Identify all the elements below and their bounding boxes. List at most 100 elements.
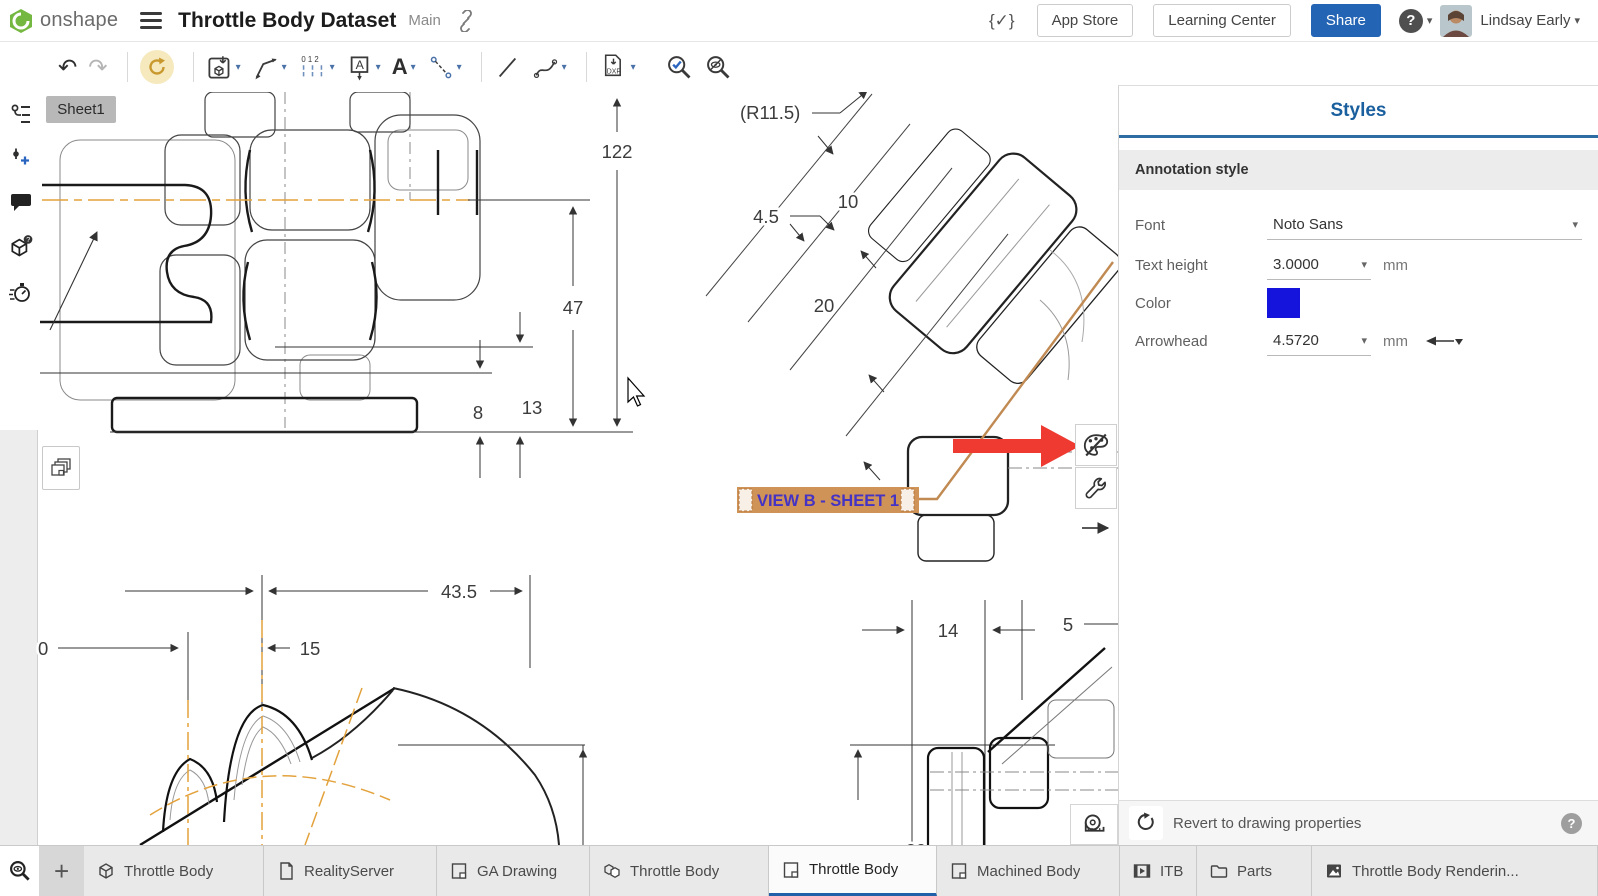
- dimension-button[interactable]: ▾: [250, 52, 289, 83]
- document-tab[interactable]: Throttle Body: [769, 846, 937, 896]
- color-label: Color: [1135, 295, 1267, 312]
- svg-text:10: 10: [838, 191, 859, 212]
- document-tab[interactable]: Throttle Body: [84, 846, 264, 896]
- undo-button[interactable]: ↶: [56, 52, 79, 83]
- add-tab-button[interactable]: +: [39, 846, 84, 896]
- user-avatar[interactable]: [1440, 5, 1472, 37]
- spline-button[interactable]: ▾: [530, 52, 569, 83]
- sheet-tab-label[interactable]: Sheet1: [46, 96, 116, 123]
- drawing-icon: [449, 861, 469, 881]
- arrowhead-label: Arrowhead: [1135, 333, 1267, 350]
- revert-button[interactable]: [1129, 806, 1163, 840]
- centerline-caret-icon[interactable]: ▾: [457, 62, 462, 73]
- dimension-10[interactable]: 10: [838, 191, 859, 212]
- centerline-icon: [427, 54, 454, 81]
- edit-properties-button[interactable]: [1075, 467, 1117, 509]
- font-caret-icon[interactable]: ▾: [1572, 218, 1582, 231]
- text-button[interactable]: A ▾: [390, 52, 418, 82]
- font-select[interactable]: Noto Sans ▾: [1267, 210, 1582, 240]
- revert-help-icon[interactable]: ?: [1561, 813, 1582, 834]
- dimension-caret-icon[interactable]: ▾: [282, 62, 287, 73]
- svg-text:14: 14: [938, 620, 959, 641]
- line-button[interactable]: [492, 52, 523, 83]
- update-references-button[interactable]: [138, 48, 176, 86]
- comments-button[interactable]: [9, 190, 33, 214]
- app-header: onshape Throttle Body Dataset Main {✓} A…: [0, 0, 1598, 42]
- insert-view-icon: [206, 54, 233, 81]
- document-tab[interactable]: ITB: [1120, 846, 1197, 896]
- share-button[interactable]: Share: [1311, 4, 1381, 37]
- document-tab[interactable]: Throttle Body: [590, 846, 769, 896]
- spline-caret-icon[interactable]: ▾: [562, 62, 567, 73]
- view-callout-label[interactable]: VIEW B - SHEET 1: [757, 492, 899, 510]
- arrowhead-caret-icon[interactable]: ▾: [1361, 334, 1371, 347]
- selection-grip[interactable]: [739, 489, 752, 511]
- inspect-view-button[interactable]: [702, 51, 734, 83]
- styles-panel: Styles Annotation style Font Noto Sans ▾…: [1118, 85, 1598, 845]
- help-icon[interactable]: ?: [1399, 9, 1423, 33]
- revert-label[interactable]: Revert to drawing properties: [1173, 815, 1361, 832]
- arrowhead-value: 4.5720: [1267, 332, 1319, 349]
- note-caret-icon[interactable]: ▾: [376, 62, 381, 73]
- onshape-logo[interactable]: onshape: [8, 8, 118, 34]
- tab-label: Throttle Body: [630, 863, 719, 880]
- share-link-icon[interactable]: [455, 10, 477, 32]
- off-sheet-area: [0, 430, 37, 845]
- text-height-caret-icon[interactable]: ▾: [1361, 258, 1371, 271]
- text-height-select[interactable]: 3.0000 ▾: [1267, 250, 1371, 280]
- versions-button[interactable]: [9, 102, 33, 126]
- workspace-label[interactable]: Main: [408, 12, 441, 29]
- insert-view-button[interactable]: ▾: [204, 52, 243, 83]
- check-dimensions-button[interactable]: [663, 51, 695, 83]
- app-store-button[interactable]: App Store: [1037, 4, 1134, 37]
- user-name[interactable]: Lindsay Early: [1480, 12, 1570, 29]
- arrowhead-select[interactable]: 4.5720 ▾: [1267, 326, 1371, 356]
- main-menu-icon[interactable]: [140, 8, 162, 33]
- arrowhead-style-icon[interactable]: [1424, 333, 1464, 349]
- logo-wordmark: onshape: [40, 9, 118, 32]
- dimension-20[interactable]: 20: [814, 295, 835, 316]
- edit-styles-button[interactable]: [1075, 424, 1117, 466]
- drawing-sheet[interactable]: 122 47 13 8: [0, 92, 1118, 845]
- font-row: Font Noto Sans ▾: [1135, 208, 1582, 242]
- redo-button[interactable]: ↷: [86, 52, 109, 83]
- ordinate-dimension-button[interactable]: 0 1 2 ▾: [296, 52, 337, 83]
- tab-label: Machined Body: [977, 863, 1080, 880]
- search-tabs-button[interactable]: [0, 846, 39, 896]
- learning-center-button[interactable]: Learning Center: [1153, 4, 1291, 37]
- text-caret-icon[interactable]: ▾: [411, 62, 416, 73]
- featurescript-icon[interactable]: {✓}: [989, 11, 1015, 31]
- document-title: Throttle Body Dataset: [178, 9, 396, 33]
- centerline-button[interactable]: ▾: [425, 52, 464, 83]
- revert-icon: [1135, 812, 1157, 834]
- insert-version-button[interactable]: [9, 146, 33, 170]
- svg-text:DXF: DXF: [606, 68, 620, 75]
- document-tab[interactable]: GA Drawing: [437, 846, 590, 896]
- export-dxf-button[interactable]: DXF ▾: [597, 51, 638, 84]
- document-tab[interactable]: RealityServer: [264, 846, 437, 896]
- measure-tape-icon: [1080, 812, 1108, 838]
- note-button[interactable]: A ▾: [344, 52, 383, 83]
- svg-text:0: 0: [38, 638, 48, 659]
- history-button[interactable]: [8, 280, 34, 306]
- measure-tool-button[interactable]: [1070, 804, 1118, 845]
- selection-grip[interactable]: [901, 489, 914, 511]
- document-tab[interactable]: Parts: [1197, 846, 1312, 896]
- spline-icon: [532, 54, 559, 81]
- ordinate-caret-icon[interactable]: ▾: [330, 62, 335, 73]
- color-swatch[interactable]: [1267, 288, 1300, 318]
- sheets-panel-button[interactable]: [42, 446, 80, 490]
- document-tab[interactable]: Throttle Body Renderin...: [1312, 846, 1598, 896]
- drawing-canvas[interactable]: 122 47 13 8: [0, 92, 1118, 845]
- toolbar-separator: [586, 52, 587, 82]
- export-dxf-icon: DXF: [599, 53, 628, 82]
- user-menu-caret-icon[interactable]: ▾: [1574, 14, 1580, 27]
- toolbar-separator: [193, 52, 194, 82]
- svg-text:8: 8: [473, 402, 483, 423]
- text-height-row: Text height 3.0000 ▾ mm: [1135, 248, 1582, 282]
- help-caret-icon[interactable]: ▾: [1427, 14, 1433, 27]
- part-info-button[interactable]: ?: [8, 234, 34, 260]
- document-tab[interactable]: Machined Body: [937, 846, 1120, 896]
- insert-view-caret-icon[interactable]: ▾: [236, 62, 241, 73]
- export-caret-icon[interactable]: ▾: [631, 62, 636, 73]
